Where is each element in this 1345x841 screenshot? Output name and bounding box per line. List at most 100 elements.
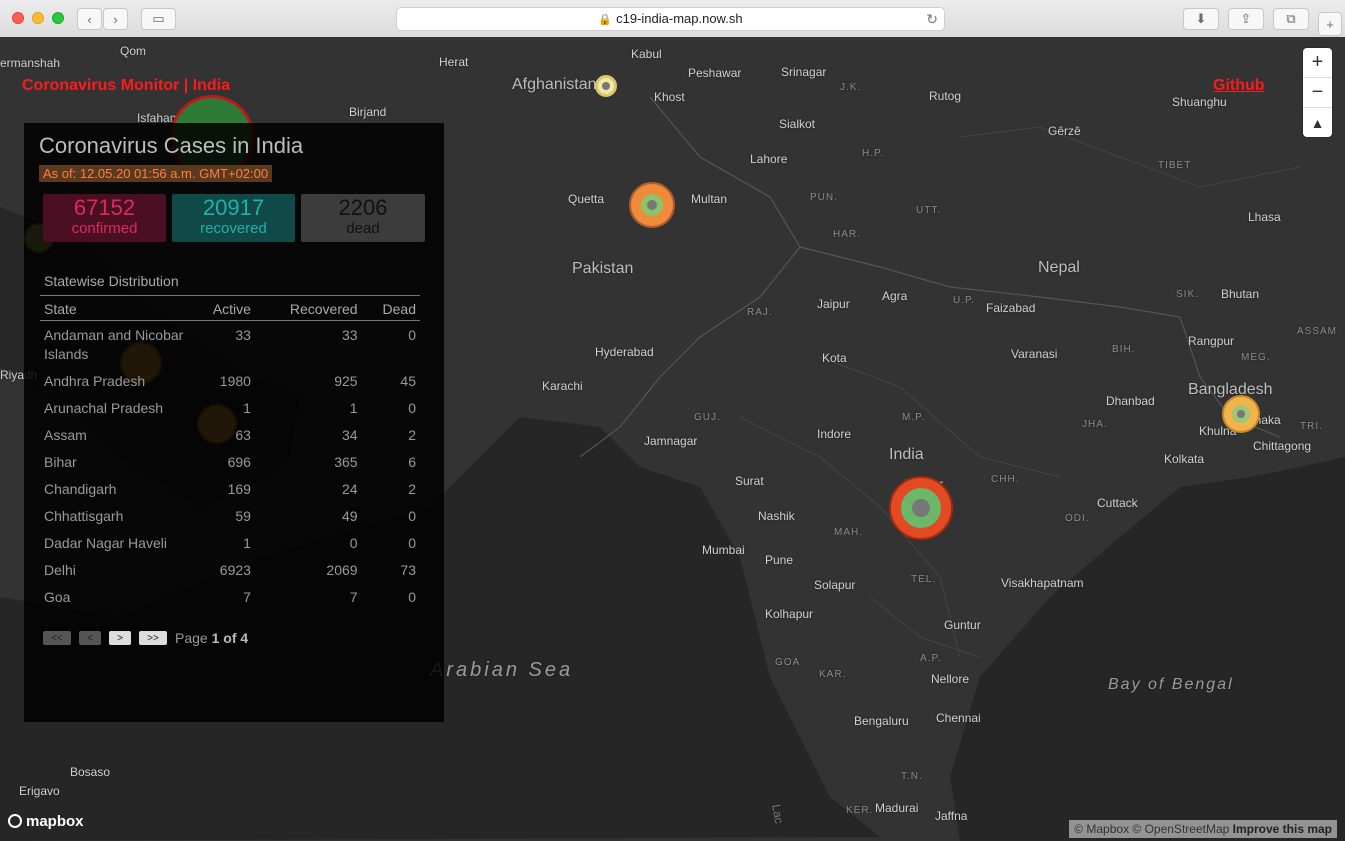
as-of-timestamp: As of: 12.05.20 01:56 a.m. GMT+02:00 [39,165,273,182]
region-label: T.N. [901,771,923,782]
place-label: ermanshah [0,56,61,70]
case-marker[interactable] [1222,395,1260,433]
region-label: TRI. [1300,421,1323,432]
place-label: Kolkata [1164,452,1205,466]
state-cell: Goa [44,588,71,605]
active-cell: 1980 [219,372,251,389]
minimize-window-button[interactable] [32,12,44,24]
place-label: Jaipur [817,297,850,311]
column-header[interactable]: State [40,296,190,321]
fullscreen-window-button[interactable] [52,12,64,24]
state-cell: Andhra Pradesh [44,372,146,389]
state-cell: Andaman and Nicobar Islands [44,327,184,362]
place-label: Pune [765,553,794,567]
statewise-table: State Active Recovered Dead Andaman and … [40,296,420,610]
state-cell: Chandigarh [44,480,117,497]
share-icon: ⇪ [1240,11,1252,26]
region-label: SIK. [1176,289,1199,300]
zoom-control: + − ▲ [1303,48,1332,137]
mapbox-logo[interactable]: mapbox [8,813,84,830]
attribution-text[interactable]: © Mapbox © OpenStreetMap [1074,822,1229,836]
place-label: Nellore [931,672,970,686]
dead-cell: 0 [408,534,416,551]
place-label: Herat [439,55,469,69]
distribution-subtitle: Statewise Distribution [44,273,179,289]
country-label: Bangladesh [1188,381,1273,398]
dead-count: 2206 [338,195,388,220]
recovered-cell: 365 [334,453,358,470]
active-cell: 33 [235,327,251,343]
place-label: Rutog [929,89,962,103]
page-indicator: 1 of 4 [211,630,249,646]
last-page-button[interactable]: >> [139,631,167,645]
downloads-button[interactable]: ⬇ [1183,8,1219,30]
recovered-cell: 34 [342,426,358,443]
recovered-cell: 33 [342,327,358,343]
next-page-button[interactable]: > [109,631,131,645]
dead-cell: 0 [408,588,416,605]
close-window-button[interactable] [12,12,24,24]
region-label: HAR. [833,229,861,240]
country-label: Pakistan [572,260,634,277]
sidebar-icon: ▭ [152,11,165,26]
table-row: Arunachal Pradesh 1 1 0 [40,394,420,421]
map-canvas[interactable]: Qom ermanshah Herat Kabul Peshawar Srina… [0,37,1345,841]
recovered-cell: 2069 [326,561,358,578]
zoom-in-button[interactable]: + [1303,48,1332,78]
zoom-out-button[interactable]: − [1303,78,1332,108]
place-label: Faizabad [986,301,1036,315]
dead-cell: 2 [408,480,416,497]
active-cell: 63 [235,426,251,443]
reload-icon[interactable]: ↻ [926,8,938,30]
place-label: Chennai [936,711,981,725]
case-marker[interactable] [629,182,675,228]
region-label: J.K. [840,82,862,93]
place-label: Karachi [542,379,583,393]
dead-stat: 2206 dead [301,194,425,242]
case-marker[interactable] [595,75,617,97]
table-row: Chhattisgarh 59 49 0 [40,502,420,529]
chevron-right-icon: › [113,11,118,27]
place-label: Kabul [631,47,662,61]
dead-cell: 0 [408,507,416,524]
table-row: Delhi 6923 2069 73 [40,556,420,583]
share-button[interactable]: ⇪ [1228,8,1264,30]
region-label: PUN. [810,192,838,203]
column-header[interactable]: Recovered [254,296,362,321]
sea-label: Arabian Sea [430,659,574,681]
first-page-button[interactable]: << [43,631,71,645]
place-label: Quetta [568,192,605,206]
column-header[interactable]: Active [190,296,255,321]
table-row: Dadar Nagar Haveli 1 0 0 [40,529,420,556]
table-row: Andhra Pradesh 1980 925 45 [40,367,420,394]
forward-button[interactable]: › [103,8,128,30]
state-cell: Bihar [44,453,77,470]
app-title-link[interactable]: Coronavirus Monitor | India [22,77,230,95]
dead-cell: 0 [408,399,416,416]
sidebar-button[interactable]: ▭ [141,8,176,30]
back-button[interactable]: ‹ [77,8,102,30]
tabs-overview-button[interactable]: ⧉ [1273,8,1309,30]
improve-map-link[interactable]: Improve this map [1233,822,1332,836]
place-label: Bengaluru [854,714,909,728]
place-label: Sialkot [779,117,816,131]
state-cell: Chhattisgarh [44,507,124,524]
place-label: Solapur [814,578,856,592]
recovered-cell: 7 [349,588,358,605]
column-header[interactable]: Dead [361,296,420,321]
place-label: Visakhapatnam [1001,576,1084,590]
table-row: Andaman and Nicobar Islands 33 33 0 [40,321,420,367]
table-row: Chandigarh 169 24 2 [40,475,420,502]
recovered-cell: 24 [342,480,358,497]
new-tab-button[interactable]: + [1318,12,1342,36]
github-link[interactable]: Github [1213,77,1265,95]
compass-button[interactable]: ▲ [1303,108,1332,137]
prev-page-button[interactable]: < [79,631,101,645]
country-label: Nepal [1038,259,1080,276]
browser-toolbar: ‹ › ▭ 🔒 c19-india-map.now.sh ↻ ⬇ ⇪ ⧉ + [0,0,1345,38]
place-label: Kota [822,351,847,365]
case-marker[interactable] [889,476,953,540]
recovered-stat: 20917 recovered [172,194,295,242]
place-label: Khost [654,90,685,104]
address-bar[interactable]: 🔒 c19-india-map.now.sh ↻ [396,7,945,31]
